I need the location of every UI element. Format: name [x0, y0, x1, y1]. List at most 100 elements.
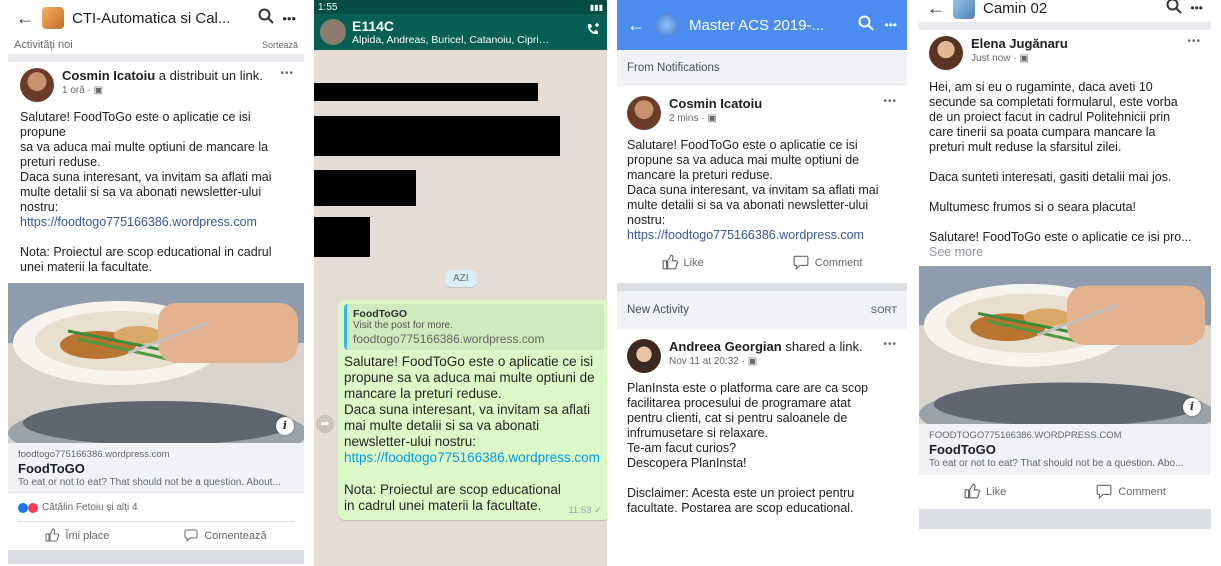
like-button[interactable]: Like	[964, 483, 1006, 502]
section-from-notifications: From Notifications	[617, 50, 907, 86]
message-text: Salutare! FoodToGo este o aplicatie ce i…	[344, 354, 595, 449]
chat-members: Alpida, Andreas, Buricel, Catanoiu, Cipr…	[352, 34, 552, 46]
divider	[919, 509, 1211, 529]
section-label: New Activity	[627, 304, 689, 316]
post-more-icon[interactable]: •••	[280, 68, 294, 79]
post-more-icon[interactable]: •••	[883, 96, 897, 107]
like-label: Îmi place	[65, 530, 110, 542]
comment-label: Comment	[814, 257, 863, 269]
author-name[interactable]: Cosmin Icatoiu	[62, 68, 155, 83]
comment-label: Comentează	[204, 530, 267, 542]
link-image[interactable]: i	[8, 283, 304, 443]
comment-label: Comment	[1118, 486, 1166, 498]
group-avatar	[42, 7, 64, 29]
link-domain: foodtogo775166386.wordpress.com	[18, 449, 170, 460]
comment-button[interactable]: Comentează	[184, 528, 267, 545]
author-avatar[interactable]	[929, 36, 963, 70]
message-note: Nota: Proiectul are scop educational in …	[344, 482, 565, 513]
message-bubble[interactable]: FoodToGO Visit the post for more. foodto…	[338, 300, 607, 520]
group-title[interactable]: Camin 02	[983, 0, 1158, 17]
link-domain: FOODTOGO775166386.WORDPRESS.COM	[929, 430, 1122, 441]
post: Cosmin Icatoiu 2 mins · ▣ ••• Salutare! …	[617, 86, 907, 243]
author-name[interactable]: Cosmin Icatoiu	[669, 96, 762, 111]
group-title[interactable]: Master ACS 2019-...	[689, 17, 848, 34]
group-avatar[interactable]	[320, 19, 346, 45]
thumbs-up-icon	[662, 254, 678, 273]
reactions-text: Cătălin Fetoiu și alți 4	[42, 502, 138, 513]
message-link[interactable]: https://foodtogo775166386.wordpress.com	[344, 450, 604, 466]
header: ← Camin 02 •••	[919, 0, 1211, 22]
divider	[8, 550, 304, 564]
link-card[interactable]: FOODTOGO775166386.WORDPRESS.COM FoodToGO…	[919, 424, 1211, 475]
chat-header: E114C Alpida, Andreas, Buricel, Catanoiu…	[314, 14, 607, 50]
love-reaction-icon	[28, 502, 38, 513]
back-arrow-icon[interactable]: ←	[927, 0, 945, 19]
author-line: Cosmin Icatoiu	[669, 96, 762, 111]
post-link[interactable]: https://foodtogo775166386.wordpress.com	[20, 215, 294, 230]
author-name[interactable]: Elena Jugănaru	[971, 36, 1068, 51]
like-label: Like	[683, 257, 704, 269]
post-time: 2 mins · ▣	[669, 113, 717, 124]
author-name[interactable]: Andreea Georgian	[669, 339, 782, 354]
info-icon[interactable]: i	[1183, 398, 1201, 416]
info-icon[interactable]: i	[276, 417, 294, 435]
post-more-icon[interactable]: •••	[1187, 36, 1201, 47]
chat-title: E114C	[352, 18, 395, 34]
post-header: Andreea Georgian shared a link. Nov 11 a…	[627, 339, 897, 373]
search-icon[interactable]	[258, 8, 275, 29]
post-header: Elena Jugănaru Just now · ▣ •••	[929, 36, 1201, 70]
back-arrow-icon[interactable]: ←	[627, 15, 645, 36]
link-preview[interactable]: FoodToGO Visit the post for more. foodto…	[344, 304, 604, 350]
action-row: Îmi place Comentează	[8, 522, 304, 550]
author-avatar[interactable]	[20, 68, 54, 102]
group-title[interactable]: CTI-Automatica si Cal...	[72, 10, 250, 27]
more-icon[interactable]: •••	[884, 18, 897, 32]
action-text: shared a link.	[781, 339, 863, 354]
panel-facebook-camin: ← Camin 02 ••• Elena Jugănaru Just now ·…	[919, 0, 1211, 566]
link-image[interactable]: i	[919, 266, 1211, 424]
sort-button[interactable]: Sortează	[262, 40, 298, 50]
header: ← CTI-Automatica si Cal... •••	[8, 0, 304, 36]
post-text: PlanInsta este o platforma care are ca s…	[627, 381, 869, 515]
sort-button[interactable]: SORT	[871, 305, 897, 316]
comment-button[interactable]: Comment	[1096, 483, 1166, 502]
post-more-icon[interactable]: •••	[883, 339, 897, 350]
action-text: a distribuit un link.	[155, 68, 263, 83]
link-title: FoodToGO	[18, 461, 85, 476]
redacted-message	[314, 116, 560, 156]
author-avatar[interactable]	[627, 339, 661, 373]
thumbs-up-icon	[45, 527, 60, 545]
post-header: Cosmin Icatoiu a distribuit un link. 1 o…	[20, 68, 294, 102]
like-reaction-icon	[18, 502, 28, 513]
back-arrow-icon[interactable]: ←	[16, 8, 34, 29]
link-card[interactable]: foodtogo775166386.wordpress.com FoodToGO…	[8, 443, 304, 494]
add-call-icon[interactable]	[585, 22, 601, 43]
search-icon[interactable]	[1166, 0, 1183, 19]
divider	[617, 283, 907, 291]
panel-facebook-cti: ← CTI-Automatica si Cal... ••• Activităț…	[8, 0, 304, 566]
action-row: Like Comment	[617, 243, 907, 283]
thumbs-up-icon	[964, 483, 981, 502]
post-time: 1 oră · ▣	[62, 85, 104, 96]
like-button[interactable]: Îmi place	[45, 527, 110, 545]
comment-button[interactable]: Comment	[793, 254, 863, 273]
forward-icon[interactable]: ➦	[316, 415, 334, 433]
post-header: Cosmin Icatoiu 2 mins · ▣ •••	[627, 96, 897, 130]
post-link[interactable]: https://foodtogo775166386.wordpress.com	[627, 228, 897, 243]
panel-whatsapp: 1:55 ▮▮▮ E114C Alpida, Andreas, Buricel,…	[314, 0, 607, 566]
message-time: 11:53 ✓	[568, 505, 602, 516]
search-icon[interactable]	[858, 15, 875, 36]
post-text: Hei, am si eu o rugaminte, daca aveti 10…	[929, 80, 1192, 244]
like-button[interactable]: Like	[662, 254, 704, 273]
author-avatar[interactable]	[627, 96, 661, 130]
redacted-message	[314, 83, 538, 101]
see-more-link[interactable]: See more	[929, 245, 1201, 260]
date-badge: AZI	[445, 270, 477, 287]
more-icon[interactable]: •••	[282, 11, 296, 26]
more-icon[interactable]: •••	[1190, 1, 1203, 15]
comment-icon	[1096, 483, 1112, 502]
preview-domain: foodtogo775166386.wordpress.com	[353, 332, 545, 346]
header: ← Master ACS 2019-... •••	[617, 0, 907, 50]
chat-title-block[interactable]: E114C Alpida, Andreas, Buricel, Catanoiu…	[352, 18, 552, 46]
reactions-row[interactable]: Cătălin Fetoiu și alți 4	[8, 494, 304, 521]
